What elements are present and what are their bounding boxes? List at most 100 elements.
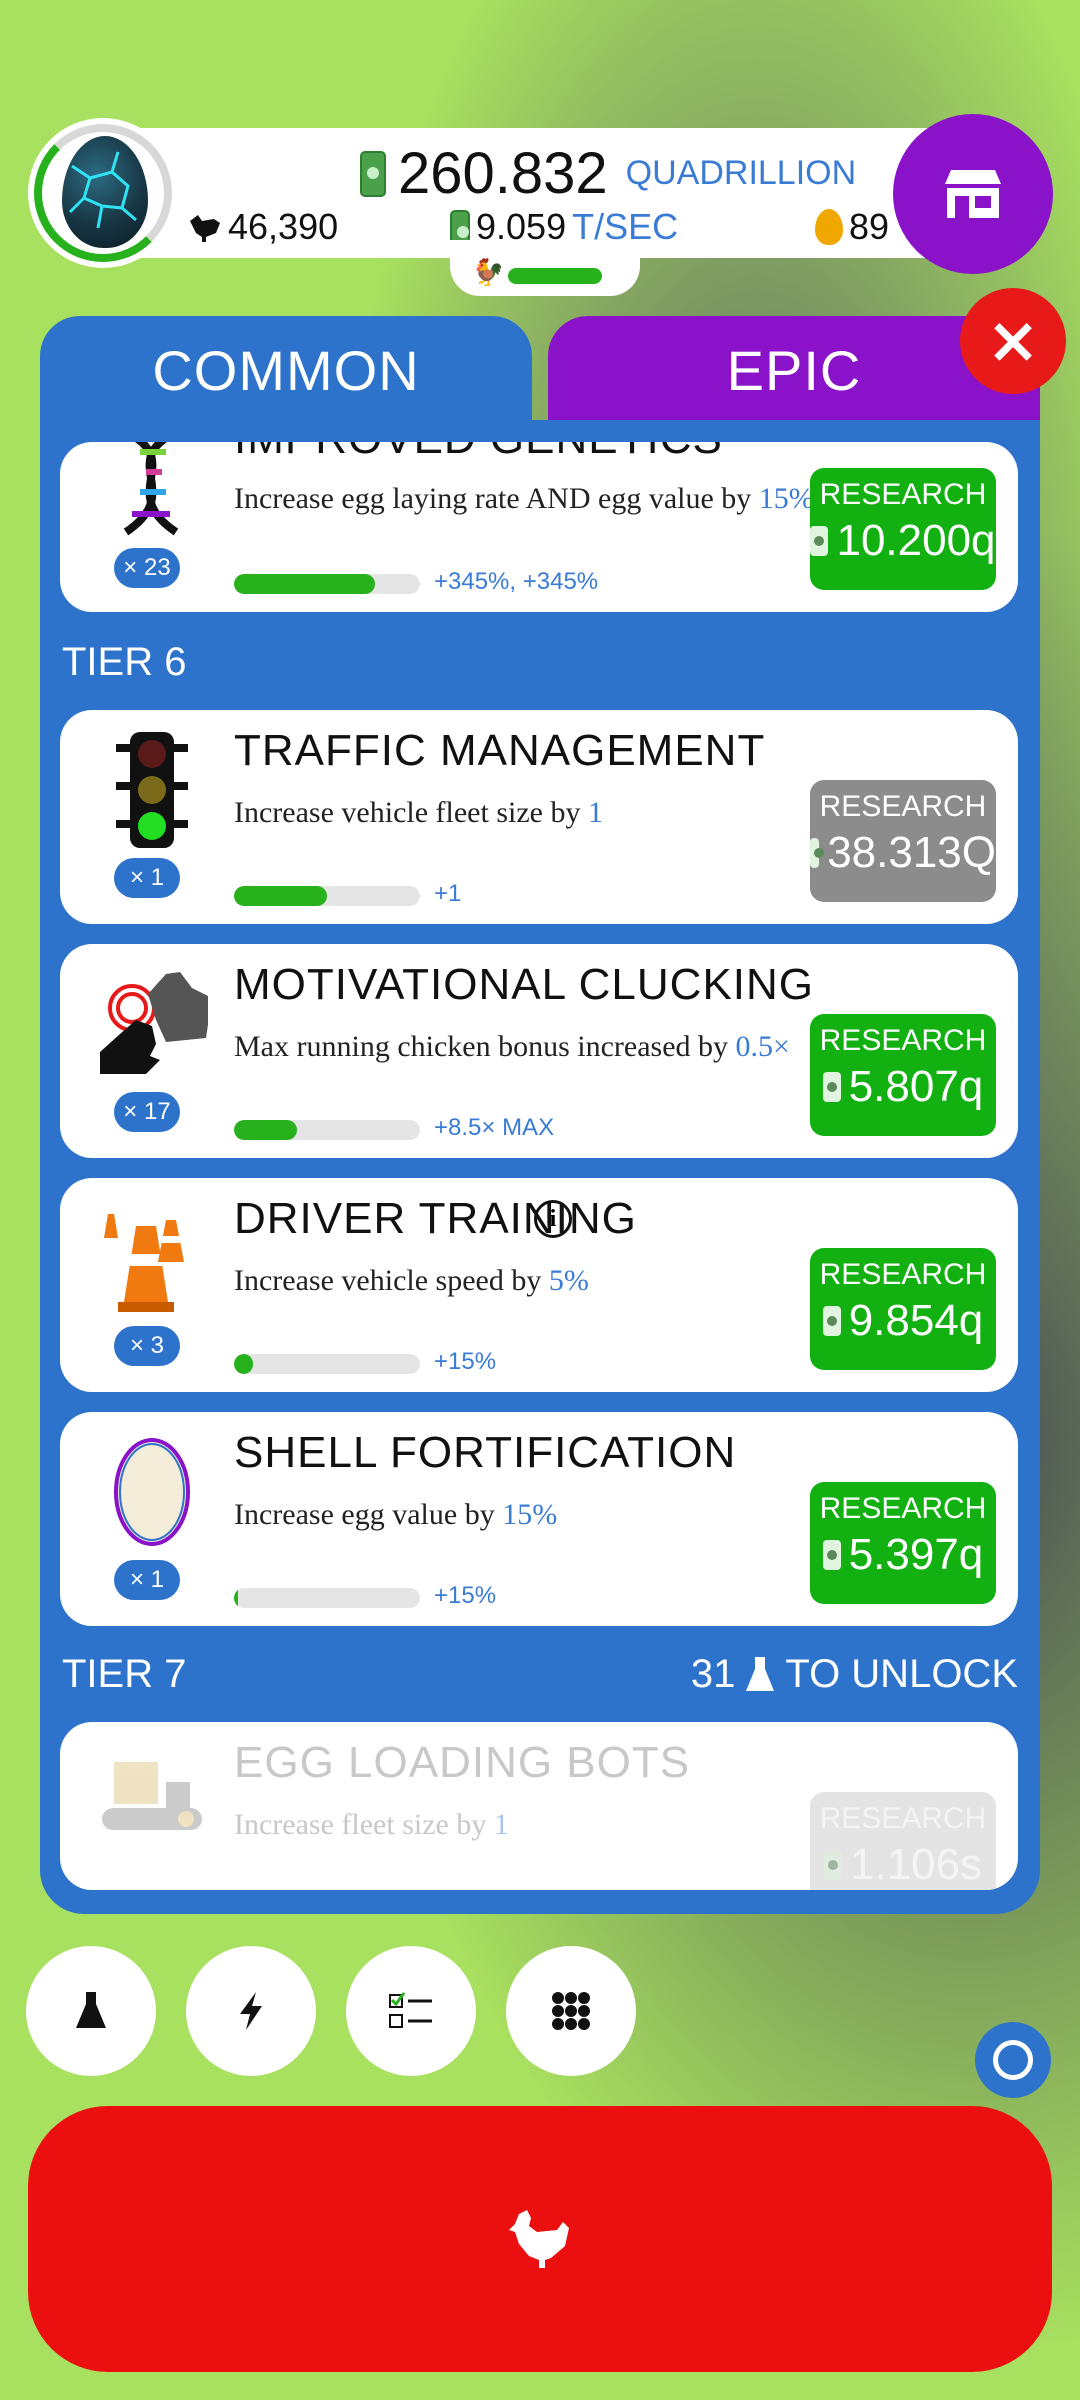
cash-icon <box>822 1306 841 1336</box>
research-level-badge: × 3 <box>114 1326 180 1366</box>
dna-icon <box>96 442 208 552</box>
research-button[interactable]: RESEARCH 38.313Q <box>810 780 996 902</box>
shop-icon <box>945 170 1001 218</box>
research-description-text: Increase fleet size by <box>234 1808 494 1841</box>
boosts-button[interactable] <box>186 1946 316 2076</box>
chicken-icon <box>190 215 220 242</box>
hab-capacity-tab[interactable]: 🐓 <box>450 240 640 296</box>
golden-egg-icon <box>815 209 843 245</box>
tab-common-label: COMMON <box>152 339 420 402</box>
cash-icon <box>810 838 825 868</box>
research-panel[interactable]: IMPROVED GENETICS Increase egg laying ra… <box>40 420 1040 1914</box>
research-button-label: RESEARCH <box>819 1492 987 1525</box>
tier-7-unlock-requirement: 31 TO UNLOCK <box>691 1652 1018 1697</box>
research-menu-button[interactable] <box>26 1946 156 2076</box>
research-price-value: 9.854q <box>848 1296 984 1345</box>
research-description-value: 1 <box>587 796 603 829</box>
chicken-icon <box>509 2210 569 2268</box>
research-description-text: Increase vehicle fleet size by <box>234 796 588 829</box>
research-card-motivational-clucking: MOTIVATIONAL CLUCKING Max running chicke… <box>60 944 1018 1158</box>
missions-button[interactable] <box>346 1946 476 2076</box>
shop-button[interactable] <box>893 114 1053 274</box>
egg-shell-icon <box>96 1432 208 1552</box>
research-progress-bar <box>234 1588 420 1608</box>
research-card-driver-training: DRIVER TRAINING i Increase vehicle speed… <box>60 1178 1018 1392</box>
cash-icon <box>823 1850 842 1880</box>
research-price-value: 5.807q <box>848 1062 984 1111</box>
research-description-value: 15% <box>758 482 814 515</box>
research-title: MOTIVATIONAL CLUCKING <box>234 960 815 1009</box>
cash-icon <box>822 1072 841 1102</box>
close-icon: × <box>986 304 1040 378</box>
info-icon[interactable]: i <box>534 1200 572 1238</box>
research-progress-bar <box>234 1354 420 1374</box>
research-button[interactable]: RESEARCH 5.807q <box>810 1014 996 1136</box>
research-button-label: RESEARCH <box>819 1802 987 1835</box>
research-progress-fill <box>234 1588 238 1608</box>
research-progress-label: +8.5× MAX <box>434 1114 555 1141</box>
research-description: Increase fleet size by 1 <box>234 1808 509 1842</box>
cash-icon <box>810 526 829 556</box>
close-button[interactable]: × <box>960 288 1066 394</box>
research-price-value: 38.313Q <box>827 828 996 877</box>
research-description: Increase vehicle fleet size by 1 <box>234 796 603 830</box>
hatch-chicken-button[interactable] <box>28 2106 1052 2372</box>
research-price-value: 5.397q <box>848 1530 984 1579</box>
loading-bot-icon <box>96 1742 208 1862</box>
golden-eggs: 89 <box>815 206 889 248</box>
checklist-icon <box>389 1992 432 2028</box>
research-price-value: 10.200q <box>836 516 996 565</box>
research-description: Increase egg value by 15% <box>234 1498 557 1532</box>
research-button-label: RESEARCH <box>819 1024 987 1057</box>
research-progress-bar <box>234 574 420 594</box>
research-button[interactable]: RESEARCH 5.397q <box>810 1482 996 1604</box>
research-title: SHELL FORTIFICATION <box>234 1428 737 1477</box>
research-progress-fill <box>234 1354 253 1374</box>
research-button[interactable]: RESEARCH 10.200q <box>810 468 996 590</box>
clucking-chickens-icon <box>96 964 212 1084</box>
current-egg-icon[interactable] <box>62 136 148 248</box>
research-progress-label: +345%, +345% <box>434 568 599 595</box>
research-price: 5.807q <box>810 1062 996 1112</box>
research-description-value: 1 <box>493 1808 509 1841</box>
lightning-icon <box>240 1992 262 2030</box>
camera-toggle-button[interactable] <box>975 2022 1051 2098</box>
research-list[interactable]: IMPROVED GENETICS Increase egg laying ra… <box>40 420 1040 1890</box>
cash-icon <box>450 210 470 244</box>
flask-icon <box>76 1992 106 2028</box>
research-price: 1.106s <box>810 1840 996 1890</box>
research-progress-fill <box>234 574 376 594</box>
research-progress-bar <box>234 886 420 906</box>
mini-chicken-icon: 🐓 <box>472 258 505 288</box>
tier-7-label: TIER 7 <box>62 1652 187 1696</box>
traffic-cones-icon <box>96 1198 208 1318</box>
research-progress-fill <box>234 1120 298 1140</box>
research-title: EGG LOADING BOTS <box>234 1738 691 1787</box>
research-button-label: RESEARCH <box>819 478 987 511</box>
research-description-value: 15% <box>502 1498 558 1531</box>
tab-common[interactable]: COMMON <box>40 316 532 426</box>
research-button-label: RESEARCH <box>819 790 987 823</box>
research-progress-bar <box>234 1120 420 1140</box>
research-progress-label: +15% <box>434 1582 497 1609</box>
money-amount: 260.832 <box>398 141 608 206</box>
more-menu-button[interactable] <box>506 1946 636 2076</box>
grid-icon <box>552 1992 590 2030</box>
research-level-badge: × 17 <box>114 1092 180 1132</box>
research-button-label: RESEARCH <box>819 1258 987 1291</box>
chicken-count: 46,390 <box>186 206 338 248</box>
cash-icon <box>822 1540 841 1570</box>
research-price: 38.313Q <box>810 828 996 878</box>
research-level-badge: × 1 <box>114 858 180 898</box>
research-title: DRIVER TRAINING <box>234 1194 637 1243</box>
research-description: Max running chicken bonus increased by 0… <box>234 1030 790 1064</box>
research-button: RESEARCH 1.106s <box>810 1792 996 1890</box>
research-card-shell-fortification: SHELL FORTIFICATION Increase egg value b… <box>60 1412 1018 1626</box>
research-button[interactable]: RESEARCH 9.854q <box>810 1248 996 1370</box>
research-card-egg-loading-bots: EGG LOADING BOTS Increase fleet size by … <box>60 1722 1018 1890</box>
research-description-text: Increase vehicle speed by <box>234 1264 549 1297</box>
research-description-text: Increase egg laying rate AND egg value b… <box>234 482 759 515</box>
research-progress-fill <box>234 886 327 906</box>
research-progress-label: +1 <box>434 880 462 907</box>
research-level-badge: × 23 <box>114 548 180 588</box>
